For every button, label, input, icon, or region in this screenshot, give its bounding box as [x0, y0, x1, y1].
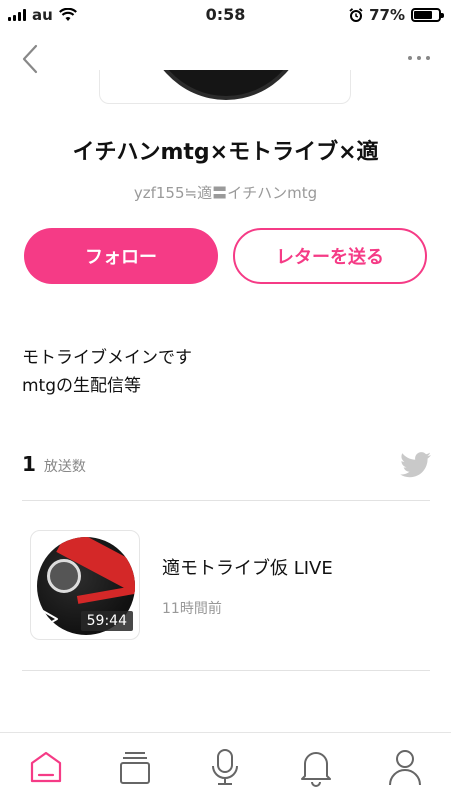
tab-bar [0, 732, 451, 800]
bio-line: mtgの生配信等 [22, 376, 142, 396]
alarm-icon [349, 8, 363, 22]
yamaha-emblem-icon [47, 559, 81, 593]
bell-icon[interactable] [294, 745, 338, 789]
avatar [99, 70, 351, 104]
divider [22, 670, 430, 671]
follow-button[interactable]: フォロー [24, 228, 218, 284]
profile-name: イチハンmtg×モトライブ×適 [72, 140, 379, 165]
duration-label: 59:44 [80, 611, 133, 631]
list-item[interactable]: 59:44 適モトライブ仮 LIVE 11時間前 [22, 524, 430, 644]
profile-subtitle: yzf155≒適〓イチハンmtg [133, 184, 318, 202]
profile-bio: モトライブメインです mtgの生配信等 [22, 344, 192, 400]
broadcast-thumbnail[interactable]: 59:44 [30, 530, 140, 640]
broadcast-title[interactable]: 適モトライブ仮 LIVE [162, 554, 333, 580]
twitter-icon[interactable] [400, 452, 432, 478]
broadcast-count: 1 [22, 452, 36, 476]
divider [22, 500, 430, 501]
broadcast-stats: 1 放送数 [22, 452, 86, 476]
cards-icon[interactable] [113, 745, 157, 789]
broadcast-time: 11時間前 [162, 601, 222, 617]
status-bar: au 0:58 77% [0, 0, 451, 30]
battery-percent: 77% [369, 6, 405, 24]
broadcast-count-label: 放送数 [43, 459, 86, 475]
status-right: 77% [349, 6, 444, 24]
more-options-icon[interactable] [405, 50, 433, 66]
send-letter-button[interactable]: レターを送る [233, 228, 427, 284]
bio-line: モトライブメインです [22, 348, 192, 368]
home-icon[interactable] [24, 745, 68, 789]
play-icon [42, 610, 58, 628]
person-icon[interactable] [383, 745, 427, 789]
battery-icon [411, 8, 444, 22]
back-chevron-icon[interactable] [16, 42, 46, 76]
mic-icon[interactable] [203, 745, 247, 789]
